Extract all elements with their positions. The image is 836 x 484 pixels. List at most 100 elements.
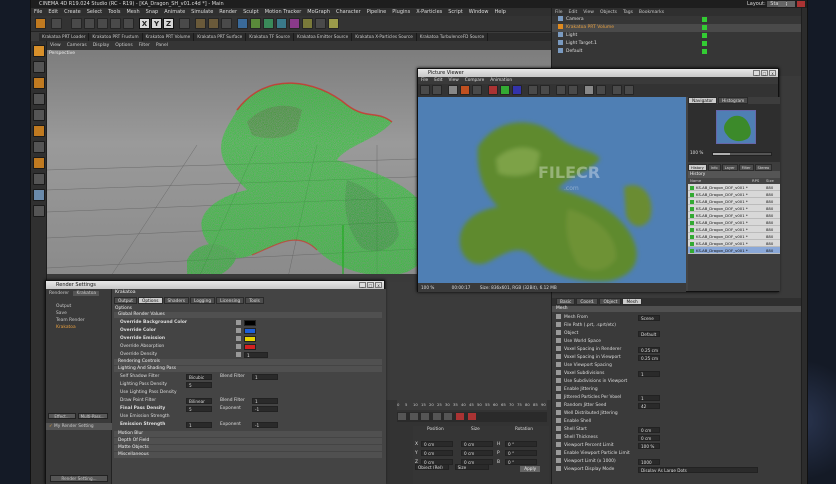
lighting-value[interactable]: 5 <box>186 405 212 412</box>
menu-motion-tracker[interactable]: Motion Tracker <box>265 9 302 15</box>
attribute-value[interactable]: 100 % <box>638 442 660 449</box>
size-field[interactable]: 0 cm <box>461 441 493 447</box>
menu-tools[interactable]: Tools <box>108 9 120 15</box>
size-mode-dropdown[interactable]: Size <box>454 464 489 470</box>
save-icon[interactable] <box>432 85 442 95</box>
render-picture-viewer-icon[interactable] <box>208 18 219 29</box>
navigator-zoom-slider[interactable] <box>712 152 772 156</box>
history-entry[interactable]: KS-AB_Dragon_DOF_v001 * 880 <box>688 226 780 233</box>
checkbox-icon[interactable] <box>556 370 561 375</box>
object-menu-tags[interactable]: Tags <box>623 10 633 15</box>
render-tab-output[interactable]: Output <box>114 297 137 304</box>
visibility-check-icon[interactable] <box>702 17 707 22</box>
menu-render[interactable]: Render <box>219 9 237 15</box>
history-check-icon[interactable] <box>690 228 694 232</box>
attribute-value[interactable]: 1000 <box>638 458 660 465</box>
menu-script[interactable]: Script <box>448 9 463 15</box>
ab-compare-icon[interactable] <box>540 85 550 95</box>
checkbox-icon[interactable] <box>556 362 561 367</box>
nurbs-icon[interactable] <box>263 18 274 29</box>
rotation-field[interactable]: 0 ° <box>505 450 537 456</box>
object-item[interactable]: Light Target.1 <box>552 40 801 48</box>
color-swatch[interactable] <box>244 335 256 342</box>
menu-plugins[interactable]: Plugins <box>392 9 410 15</box>
history-check-icon[interactable] <box>690 207 694 211</box>
settings-icon[interactable] <box>624 85 634 95</box>
lighting-extra-value[interactable]: 1 <box>252 397 278 404</box>
menu-pipeline[interactable]: Pipeline <box>367 9 387 15</box>
render-setting-button[interactable]: Render Setting... <box>50 475 108 482</box>
stop-render-icon[interactable] <box>460 85 470 95</box>
checkbox-icon[interactable] <box>556 386 561 391</box>
plugin-tab[interactable]: Krakatoa PRT Surface <box>194 33 247 41</box>
apply-button[interactable]: Apply <box>520 466 541 472</box>
menu-character[interactable]: Character <box>336 9 361 15</box>
checkbox-icon[interactable] <box>556 394 561 399</box>
lock-workplane-icon[interactable] <box>33 205 45 217</box>
checkbox-icon[interactable] <box>556 346 561 351</box>
position-field[interactable]: 0 cm <box>421 441 453 447</box>
section-rendering[interactable]: Rendering Controls <box>114 359 382 365</box>
viewer-menu-edit[interactable]: Edit <box>434 78 442 83</box>
checkbox-icon[interactable] <box>556 450 561 455</box>
checkbox-icon[interactable] <box>556 354 561 359</box>
play-icon[interactable] <box>421 413 430 420</box>
rendered-image[interactable]: FILECR .com <box>418 97 686 283</box>
viewport-menu-view[interactable]: View <box>50 43 61 48</box>
attribute-value[interactable]: Scene <box>638 314 660 321</box>
cube-icon[interactable] <box>237 18 248 29</box>
export-icon[interactable] <box>568 85 578 95</box>
viewport-menu-display[interactable]: Display <box>93 43 110 48</box>
minimize-icon[interactable] <box>777 1 786 7</box>
section-lighting[interactable]: Lighting And Shading Pass <box>114 366 382 372</box>
render-view-icon[interactable] <box>195 18 206 29</box>
attribute-value[interactable]: 1 <box>638 394 660 401</box>
rotate-icon[interactable] <box>110 18 121 29</box>
axis-mode-icon[interactable] <box>33 157 45 169</box>
checkbox-icon[interactable] <box>556 322 561 327</box>
minimize-icon[interactable]: _ <box>753 70 760 76</box>
polygons-mode-icon[interactable] <box>33 141 45 153</box>
history-check-icon[interactable] <box>690 235 694 239</box>
history-check-icon[interactable] <box>690 214 694 218</box>
menu-mograph[interactable]: MoGraph <box>307 9 330 15</box>
checkbox-icon[interactable] <box>556 402 561 407</box>
renderer-dropdown[interactable]: Krakatoa <box>73 291 100 296</box>
move-icon[interactable] <box>84 18 95 29</box>
close-icon[interactable]: x <box>769 70 776 76</box>
history-entry[interactable]: KS-AB_Dragon_DOF_v001 * 880 <box>688 191 780 198</box>
history-check-icon[interactable] <box>690 242 694 246</box>
minimize-icon[interactable]: _ <box>359 282 366 288</box>
menu-help[interactable]: Help <box>494 9 505 15</box>
history-entry[interactable]: KS-AB_Dragon_DOF_v001 * 880 <box>688 212 780 219</box>
menu-snap[interactable]: Snap <box>146 9 159 15</box>
plugin-tab[interactable]: Krakatoa X-Particles Source <box>352 33 417 41</box>
multi-pass-button[interactable]: Multi-Pass... <box>77 413 108 419</box>
menu-animate[interactable]: Animate <box>164 9 185 15</box>
stereo-icon[interactable] <box>612 85 622 95</box>
menu-window[interactable]: Window <box>469 9 489 15</box>
object-item[interactable]: Default <box>552 48 801 56</box>
plugin-tab[interactable]: Krakatoa PRT Loader <box>39 33 90 41</box>
object-menu-objects[interactable]: Objects <box>600 10 617 15</box>
light-icon[interactable] <box>328 18 339 29</box>
maximize-icon[interactable]: □ <box>761 70 768 76</box>
attribute-value[interactable]: 0.25 cm <box>638 346 660 353</box>
render-settings-item-team-render[interactable]: Team Render <box>46 317 111 324</box>
texture-mode-icon[interactable] <box>33 77 45 89</box>
viewer-menu-view[interactable]: View <box>449 78 459 83</box>
viewer-menu-file[interactable]: File <box>421 78 428 83</box>
section-matte[interactable]: Matte Objects <box>114 445 382 451</box>
override-checkbox-icon[interactable] <box>236 336 241 341</box>
history-check-icon[interactable] <box>690 186 694 190</box>
object-item[interactable]: Camera <box>552 16 801 24</box>
render-settings-item-krakatoa[interactable]: Krakatoa <box>46 324 111 331</box>
lighting-value[interactable]: Bilinear <box>186 397 212 404</box>
filter-icon[interactable] <box>556 85 566 95</box>
object-menu-file[interactable]: File <box>555 10 563 15</box>
select-icon[interactable] <box>71 18 82 29</box>
region-icon[interactable] <box>472 85 482 95</box>
checkbox-icon[interactable] <box>556 314 561 319</box>
z-axis-toggle[interactable]: Z <box>163 18 174 29</box>
object-item[interactable]: Krakatoa PRT Volume <box>552 24 801 32</box>
